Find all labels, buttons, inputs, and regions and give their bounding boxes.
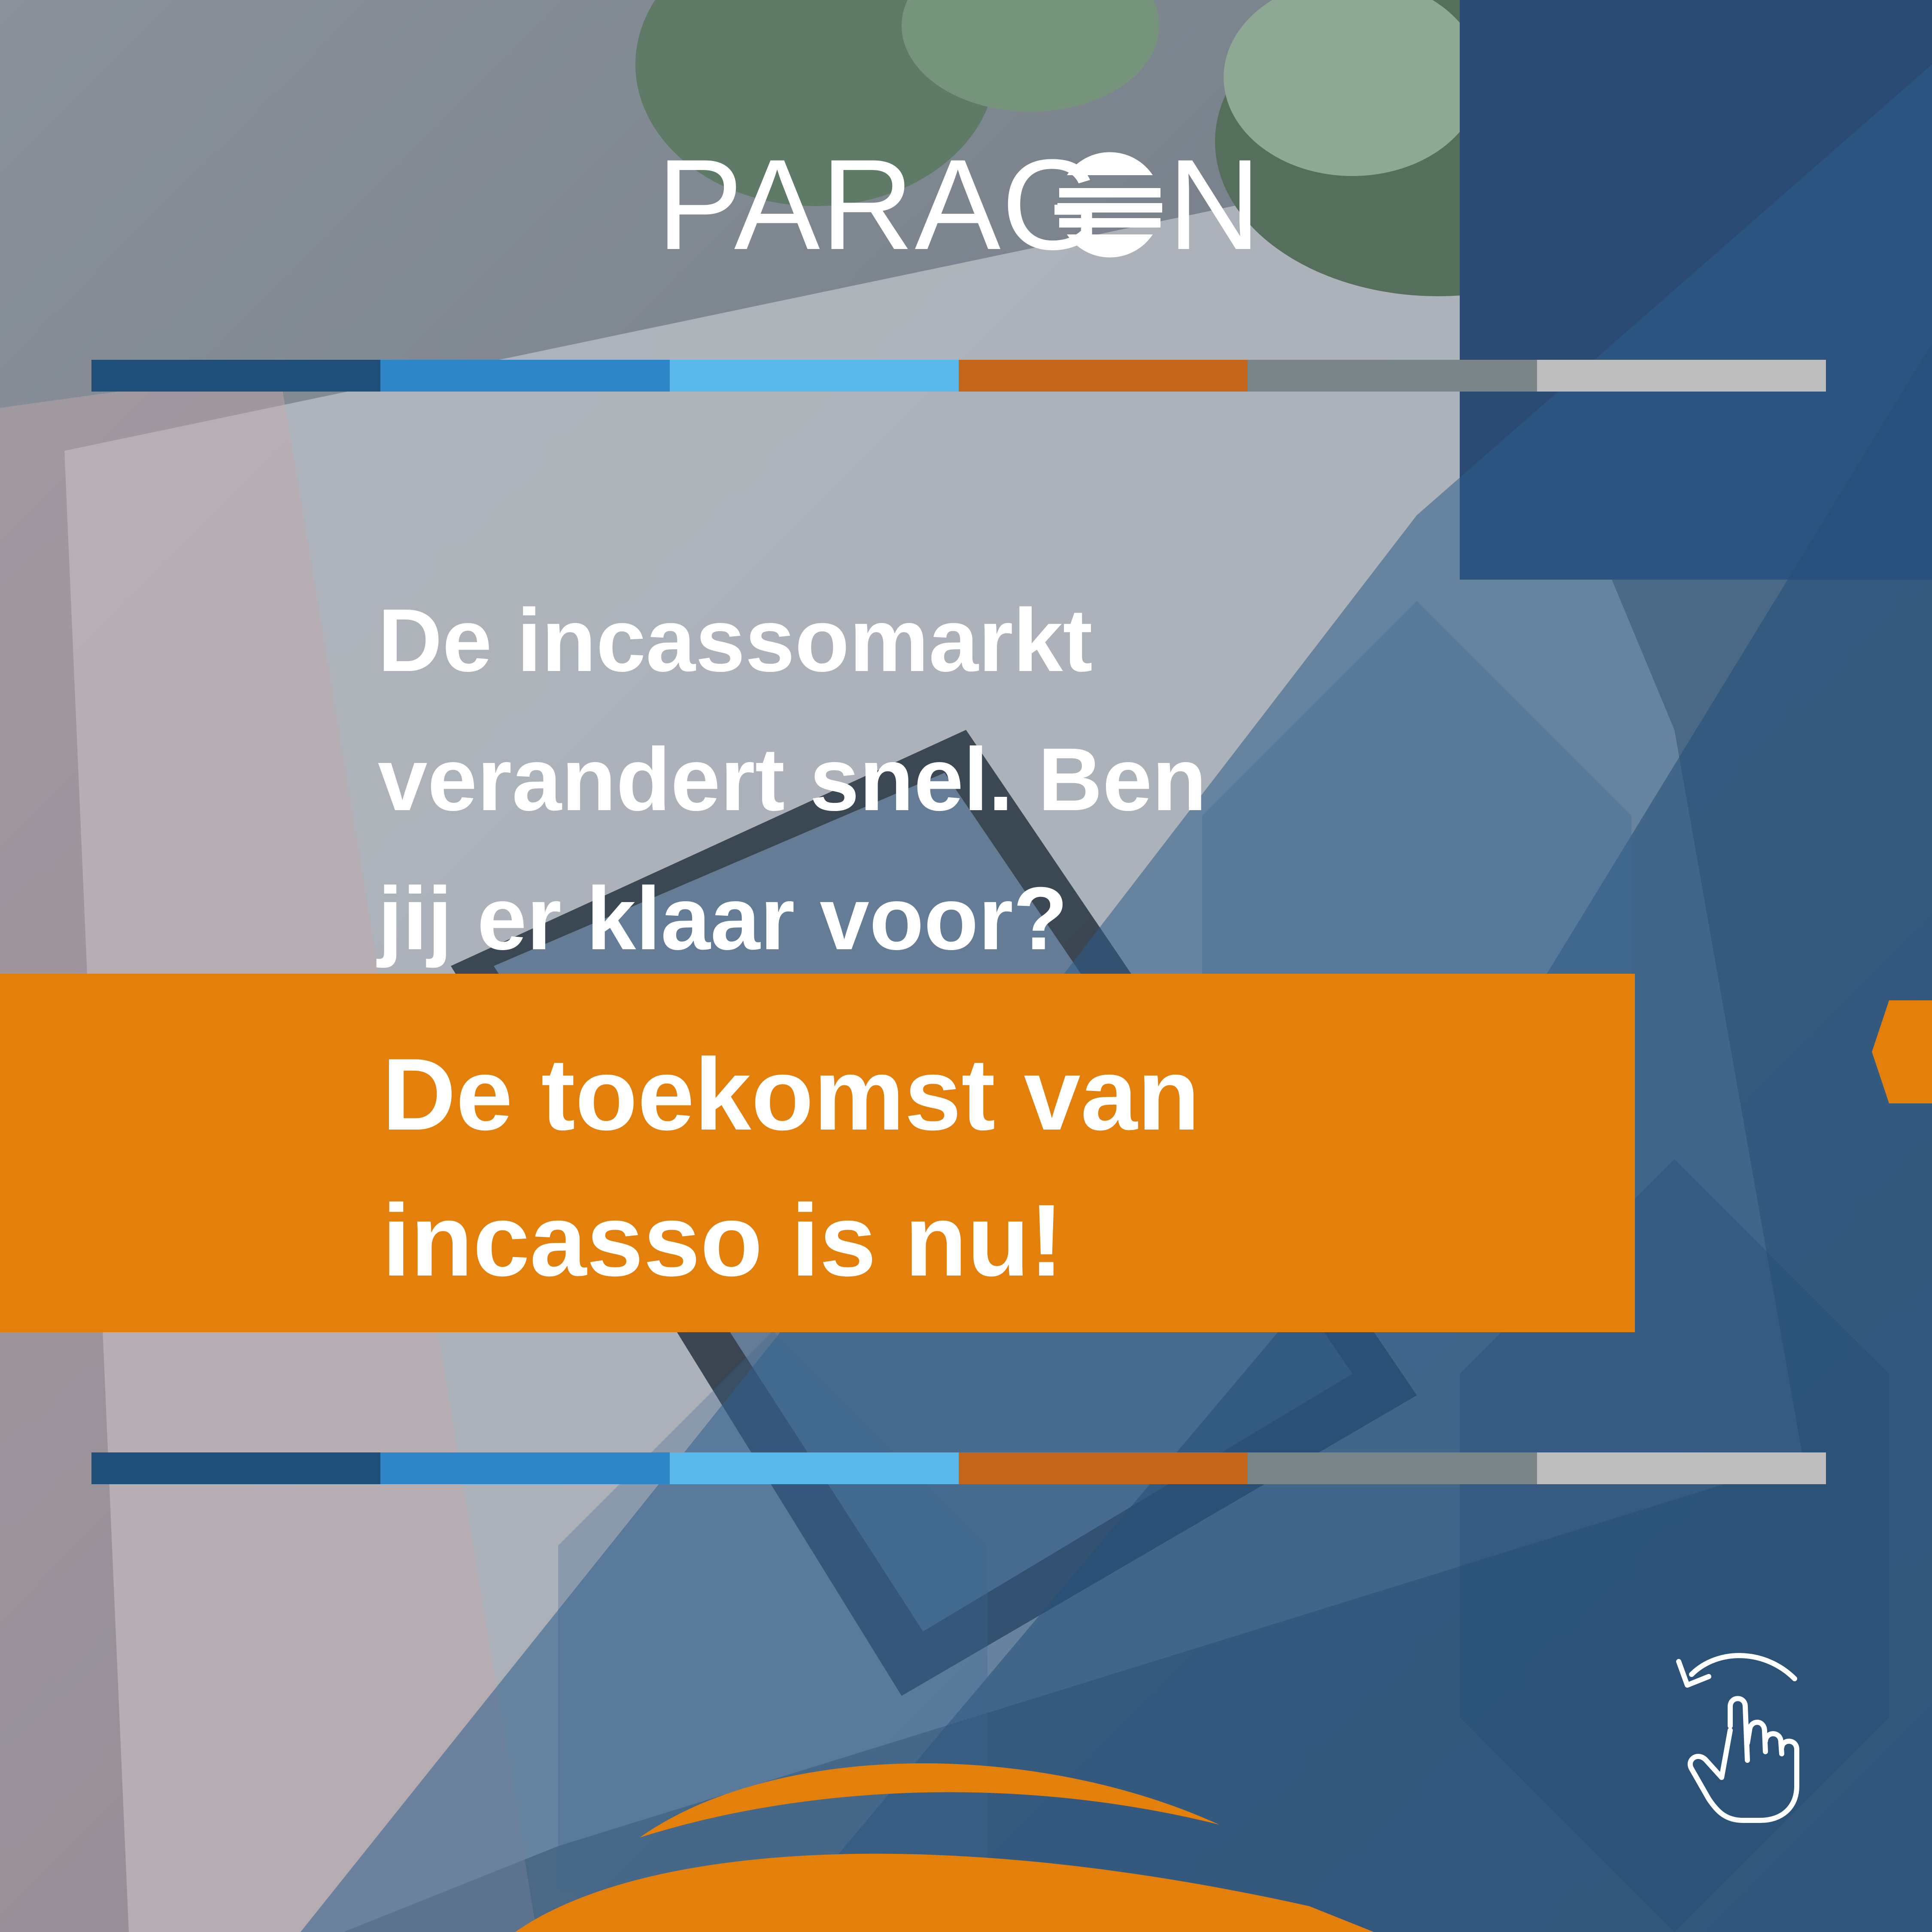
- color-stripe-bottom: [91, 1452, 1826, 1484]
- stripe-segment: [380, 360, 670, 392]
- arrow-tab-icon: [1872, 1000, 1932, 1103]
- stripe-segment: [1248, 360, 1537, 392]
- stripe-segment: [91, 1452, 381, 1484]
- stripe-segment: [669, 1452, 959, 1484]
- headline-line-1: De incassomarkt: [378, 591, 1093, 690]
- stripe-segment: [380, 1452, 670, 1484]
- headline-line-3: jij er klaar voor?: [378, 869, 1068, 969]
- stripe-segment: [958, 360, 1248, 392]
- banner-line-1: De toekomst van: [382, 1038, 1200, 1151]
- headline-line-2: verandert snel. Ben: [378, 730, 1207, 829]
- banner-text: De toekomst van incasso is nu!: [382, 1022, 1584, 1314]
- orange-swoosh: [515, 1763, 1374, 1932]
- svg-text:PARAG: PARAG: [657, 142, 1103, 266]
- banner-line-2: incasso is nu!: [382, 1184, 1064, 1297]
- headline: De incassomarkt verandert snel. Ben jij …: [378, 571, 1365, 988]
- stripe-segment: [958, 1452, 1248, 1484]
- svg-text:N: N: [1168, 142, 1261, 266]
- stripe-segment: [1537, 360, 1826, 392]
- swipe-hand-icon: [1676, 1653, 1799, 1823]
- paragon-logo: PARAG N: [657, 142, 1261, 266]
- social-post: PARAG N De incassomarkt verandert snel. …: [0, 0, 1932, 1932]
- stripe-segment: [91, 360, 381, 392]
- stripe-segment: [1248, 1452, 1537, 1484]
- stripe-segment: [669, 360, 959, 392]
- stripe-segment: [1537, 1452, 1826, 1484]
- color-stripe-top: [91, 360, 1826, 392]
